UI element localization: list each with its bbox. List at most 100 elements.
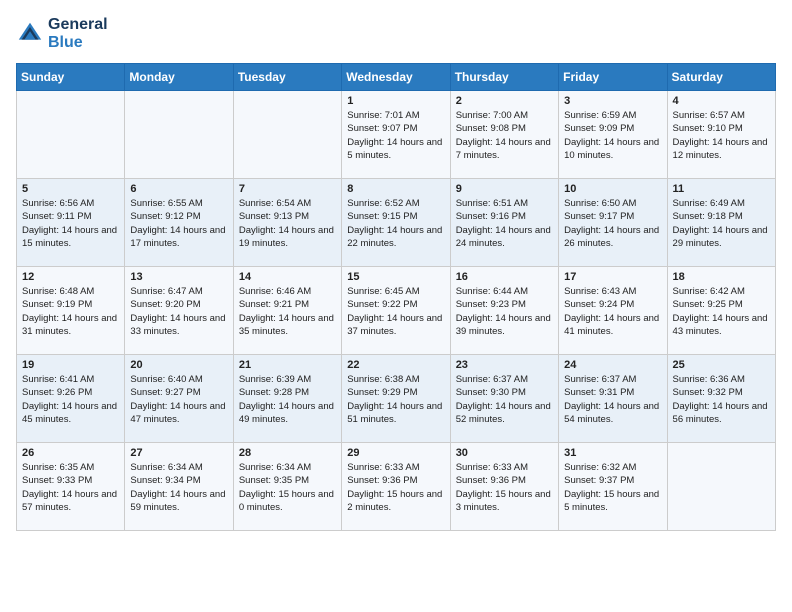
sunrise-text: Sunrise: 6:47 AM — [130, 286, 202, 297]
cell-content: Sunrise: 6:46 AMSunset: 9:21 PMDaylight:… — [239, 285, 336, 338]
page-header: General Blue — [16, 16, 776, 51]
cell-content: Sunrise: 6:39 AMSunset: 9:28 PMDaylight:… — [239, 373, 336, 426]
sunrise-text: Sunrise: 6:49 AM — [673, 198, 745, 209]
day-number: 19 — [22, 359, 119, 371]
sunset-text: Sunset: 9:17 PM — [564, 211, 634, 222]
sunset-text: Sunset: 9:18 PM — [673, 211, 743, 222]
cell-content: Sunrise: 6:32 AMSunset: 9:37 PMDaylight:… — [564, 461, 661, 514]
sunrise-text: Sunrise: 6:52 AM — [347, 198, 419, 209]
calendar-cell: 14Sunrise: 6:46 AMSunset: 9:21 PMDayligh… — [233, 267, 341, 355]
cell-content: Sunrise: 6:41 AMSunset: 9:26 PMDaylight:… — [22, 373, 119, 426]
daylight-text: Daylight: 14 hours and 10 minutes. — [564, 137, 659, 161]
logo-icon — [16, 20, 44, 48]
day-number: 29 — [347, 447, 444, 459]
sunset-text: Sunset: 9:15 PM — [347, 211, 417, 222]
sunset-text: Sunset: 9:09 PM — [564, 123, 634, 134]
sunset-text: Sunset: 9:19 PM — [22, 299, 92, 310]
calendar-cell — [233, 91, 341, 179]
day-number: 21 — [239, 359, 336, 371]
sunset-text: Sunset: 9:23 PM — [456, 299, 526, 310]
cell-content: Sunrise: 6:56 AMSunset: 9:11 PMDaylight:… — [22, 197, 119, 250]
sunset-text: Sunset: 9:33 PM — [22, 475, 92, 486]
sunrise-text: Sunrise: 6:50 AM — [564, 198, 636, 209]
calendar-cell: 12 Sunrise: 6:48 AMSunset: 9:19 PMDayligh… — [17, 267, 125, 355]
day-number: 30 — [456, 447, 553, 459]
cell-content: Sunrise: 6:43 AMSunset: 9:24 PMDaylight:… — [564, 285, 661, 338]
header-day-tuesday: Tuesday — [233, 64, 341, 91]
header-day-monday: Monday — [125, 64, 233, 91]
daylight-text: Daylight: 14 hours and 37 minutes. — [347, 313, 442, 337]
sunrise-text: Sunrise: 6:45 AM — [347, 286, 419, 297]
header-day-friday: Friday — [559, 64, 667, 91]
sunrise-text: Sunrise: 6:42 AM — [673, 286, 745, 297]
cell-content: Sunrise: 6:37 AMSunset: 9:30 PMDaylight:… — [456, 373, 553, 426]
sunset-text: Sunset: 9:10 PM — [673, 123, 743, 134]
day-number: 12 — [22, 271, 119, 283]
calendar-cell — [125, 91, 233, 179]
calendar-cell: 26Sunrise: 6:35 AMSunset: 9:33 PMDayligh… — [17, 443, 125, 531]
calendar-cell: 24Sunrise: 6:37 AMSunset: 9:31 PMDayligh… — [559, 355, 667, 443]
sunrise-text: Sunrise: 6:32 AM — [564, 462, 636, 473]
day-number: 13 — [130, 271, 227, 283]
day-number: 31 — [564, 447, 661, 459]
sunrise-text: Sunrise: 6:51 AM — [456, 198, 528, 209]
sunrise-text: Sunrise: 6:56 AM — [22, 198, 94, 209]
header-day-thursday: Thursday — [450, 64, 558, 91]
calendar-cell: 17Sunrise: 6:43 AMSunset: 9:24 PMDayligh… — [559, 267, 667, 355]
day-number: 28 — [239, 447, 336, 459]
daylight-text: Daylight: 14 hours and 15 minutes. — [22, 225, 117, 249]
sunset-text: Sunset: 9:12 PM — [130, 211, 200, 222]
calendar-cell: 28 Sunrise: 6:34 AMSunset: 9:35 PMDayligh… — [233, 443, 341, 531]
sunset-text: Sunset: 9:28 PM — [239, 387, 309, 398]
calendar-cell: 1Sunrise: 7:01 AMSunset: 9:07 PMDaylight… — [342, 91, 450, 179]
sunset-text: Sunset: 9:24 PM — [564, 299, 634, 310]
sunset-text: Sunset: 9:32 PM — [673, 387, 743, 398]
daylight-text: Daylight: 14 hours and 7 minutes. — [456, 137, 551, 161]
sunrise-text: Sunrise: 7:00 AM — [456, 110, 528, 121]
calendar-cell: 18Sunrise: 6:42 AMSunset: 9:25 PMDayligh… — [667, 267, 775, 355]
cell-content: Sunrise: 6:48 AMSunset: 9:19 PMDaylight:… — [22, 285, 119, 338]
daylight-text: Daylight: 14 hours and 22 minutes. — [347, 225, 442, 249]
daylight-text: Daylight: 14 hours and 24 minutes. — [456, 225, 551, 249]
day-number: 5 — [22, 183, 119, 195]
cell-content: Sunrise: 6:36 AMSunset: 9:32 PMDaylight:… — [673, 373, 770, 426]
calendar-cell: 15Sunrise: 6:45 AMSunset: 9:22 PMDayligh… — [342, 267, 450, 355]
daylight-text: Daylight: 14 hours and 39 minutes. — [456, 313, 551, 337]
logo-text: General Blue — [48, 16, 108, 51]
sunrise-text: Sunrise: 6:55 AM — [130, 198, 202, 209]
calendar-cell: 7Sunrise: 6:54 AMSunset: 9:13 PMDaylight… — [233, 179, 341, 267]
daylight-text: Daylight: 14 hours and 47 minutes. — [130, 401, 225, 425]
day-number: 14 — [239, 271, 336, 283]
cell-content: Sunrise: 7:00 AMSunset: 9:08 PMDaylight:… — [456, 109, 553, 162]
calendar-table: SundayMondayTuesdayWednesdayThursdayFrid… — [16, 63, 776, 531]
sunset-text: Sunset: 9:31 PM — [564, 387, 634, 398]
sunset-text: Sunset: 9:30 PM — [456, 387, 526, 398]
cell-content: Sunrise: 6:34 AMSunset: 9:35 PMDaylight:… — [239, 461, 336, 514]
cell-content: Sunrise: 7:01 AMSunset: 9:07 PMDaylight:… — [347, 109, 444, 162]
header-row: SundayMondayTuesdayWednesdayThursdayFrid… — [17, 64, 776, 91]
calendar-cell: 30Sunrise: 6:33 AMSunset: 9:36 PMDayligh… — [450, 443, 558, 531]
day-number: 24 — [564, 359, 661, 371]
calendar-cell: 13Sunrise: 6:47 AMSunset: 9:20 PMDayligh… — [125, 267, 233, 355]
logo: General Blue — [16, 16, 108, 51]
sunrise-text: Sunrise: 6:33 AM — [347, 462, 419, 473]
sunset-text: Sunset: 9:21 PM — [239, 299, 309, 310]
calendar-cell: 27Sunrise: 6:34 AMSunset: 9:34 PMDayligh… — [125, 443, 233, 531]
cell-content: Sunrise: 6:50 AMSunset: 9:17 PMDaylight:… — [564, 197, 661, 250]
sunset-text: Sunset: 9:27 PM — [130, 387, 200, 398]
calendar-cell: 19 Sunrise: 6:41 AMSunset: 9:26 PMDayligh… — [17, 355, 125, 443]
calendar-cell: 6Sunrise: 6:55 AMSunset: 9:12 PMDaylight… — [125, 179, 233, 267]
header-day-saturday: Saturday — [667, 64, 775, 91]
sunrise-text: Sunrise: 6:46 AM — [239, 286, 311, 297]
calendar-cell: 22Sunrise: 6:38 AMSunset: 9:29 PMDayligh… — [342, 355, 450, 443]
calendar-week-1: 1Sunrise: 7:01 AMSunset: 9:07 PMDaylight… — [17, 91, 776, 179]
daylight-text: Daylight: 14 hours and 33 minutes. — [130, 313, 225, 337]
sunrise-text: Sunrise: 6:37 AM — [564, 374, 636, 385]
day-number: 8 — [347, 183, 444, 195]
daylight-text: Daylight: 14 hours and 56 minutes. — [673, 401, 768, 425]
daylight-text: Daylight: 14 hours and 59 minutes. — [130, 489, 225, 513]
sunrise-text: Sunrise: 6:44 AM — [456, 286, 528, 297]
cell-content: Sunrise: 6:51 AMSunset: 9:16 PMDaylight:… — [456, 197, 553, 250]
daylight-text: Daylight: 15 hours and 3 minutes. — [456, 489, 551, 513]
cell-content: Sunrise: 6:42 AMSunset: 9:25 PMDaylight:… — [673, 285, 770, 338]
